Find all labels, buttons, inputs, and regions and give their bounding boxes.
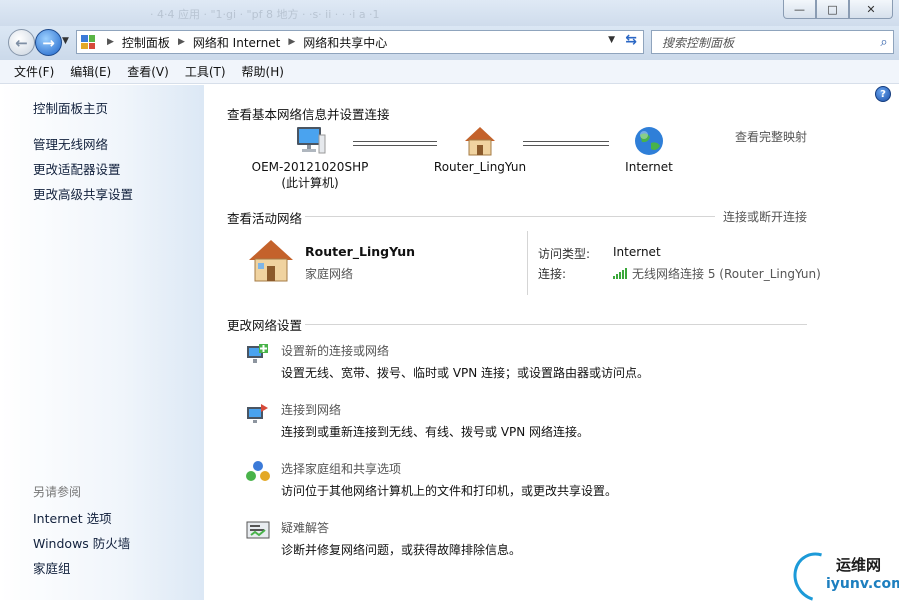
back-button[interactable]: ←: [8, 29, 35, 56]
title-bar: · 4·4 应用 · "1·gi · "pf 8 地方 · ·s· ii · ·…: [0, 0, 899, 26]
see-full-map-link[interactable]: 查看完整映射: [735, 128, 807, 145]
homegroup-icon: [246, 461, 270, 481]
internet-name: Internet: [625, 160, 673, 174]
task-title[interactable]: 选择家庭组和共享选项: [281, 460, 401, 477]
wireless-signal-icon: [613, 267, 627, 279]
menu-edit[interactable]: 编辑(E): [62, 63, 119, 80]
address-dropdown-icon[interactable]: ▼: [608, 35, 615, 45]
search-box[interactable]: 搜索控制面板 ⌕: [651, 30, 894, 54]
breadcrumb-control-panel[interactable]: 控制面板: [122, 34, 170, 51]
window-controls: — □ ✕: [783, 0, 893, 19]
see-also-heading: 另请参阅: [33, 485, 82, 499]
window-title: · 4·4 应用 · "1·gi · "pf 8 地方 · ·s· ii · ·…: [150, 8, 380, 21]
home-network-icon: [249, 240, 293, 282]
sidebar-item-windows-firewall[interactable]: Windows 防火墙: [33, 533, 130, 552]
breadcrumb-network-sharing-center[interactable]: 网络和共享中心: [303, 34, 387, 51]
connect-network-icon: [247, 404, 268, 423]
connection-link[interactable]: 无线网络连接 5 (Router_LingYun): [613, 265, 821, 282]
sidebar-item-internet-options[interactable]: Internet 选项: [33, 508, 112, 527]
router-name: Router_LingYun: [433, 160, 527, 174]
access-type-value: Internet: [613, 245, 661, 259]
computer-subtitle: (此计算机): [281, 176, 339, 190]
refresh-icon[interactable]: ⇆: [625, 32, 637, 48]
watermark-logo: 运维网 iyunv.com: [784, 543, 899, 610]
active-networks-heading: 查看活动网络: [227, 211, 303, 226]
divider: [305, 216, 715, 217]
forward-button[interactable]: →: [35, 29, 62, 56]
navigation-bar: ← → ▼ ▶ 控制面板 ▶ 网络和 Internet ▶ 网络和共享中心 ▼ …: [0, 26, 899, 60]
task-title[interactable]: 疑难解答: [281, 519, 329, 536]
maximize-button[interactable]: □: [816, 0, 849, 19]
menu-help[interactable]: 帮助(H): [234, 63, 292, 80]
address-bar[interactable]: ▶ 控制面板 ▶ 网络和 Internet ▶ 网络和共享中心 ▼ ⇆: [76, 30, 644, 54]
sidebar-item-control-panel-home[interactable]: 控制面板主页: [33, 98, 108, 117]
map-node-internet[interactable]: Internet: [609, 125, 689, 174]
task-title[interactable]: 连接到网络: [281, 401, 341, 418]
watermark-top-text: 运维网: [836, 556, 882, 574]
connection-label: 连接:: [538, 267, 567, 281]
watermark-bottom-text: iyunv.com: [826, 576, 899, 592]
help-icon[interactable]: ?: [875, 86, 891, 102]
sidebar-item-manage-wireless[interactable]: 管理无线网络: [33, 134, 108, 153]
globe-icon: [635, 127, 663, 155]
menu-tools[interactable]: 工具(T): [177, 63, 234, 80]
control-panel-icon: [81, 35, 95, 49]
access-type-label: 访问类型:: [538, 247, 591, 261]
menu-view[interactable]: 查看(V): [119, 63, 177, 80]
task-description: 访问位于其他网络计算机上的文件和打印机，或更改共享设置。: [281, 484, 618, 498]
map-node-computer[interactable]: OEM-20121020SHP (此计算机): [245, 125, 375, 191]
connection-value: 无线网络连接 5 (Router_LingYun): [632, 267, 821, 281]
sidebar: 控制面板主页 管理无线网络 更改适配器设置 更改高级共享设置 另请参阅 Inte…: [0, 85, 204, 600]
task-description: 连接到或重新连接到无线、有线、拨号或 VPN 网络连接。: [281, 425, 590, 439]
map-node-router[interactable]: Router_LingYun: [425, 125, 535, 174]
sidebar-item-homegroup[interactable]: 家庭组: [33, 558, 71, 577]
menu-bar: 文件(F) 编辑(E) 查看(V) 工具(T) 帮助(H): [0, 60, 899, 84]
breadcrumb-network-internet[interactable]: 网络和 Internet: [193, 34, 280, 51]
main-content: ? 查看基本网络信息并设置连接 查看完整映射 OEM-20121020SHP (…: [205, 85, 899, 600]
search-input[interactable]: 搜索控制面板: [662, 34, 875, 51]
new-connection-icon: [247, 344, 268, 363]
map-link-line: [523, 141, 609, 146]
task-title[interactable]: 设置新的连接或网络: [281, 342, 389, 359]
sidebar-item-adapter-settings[interactable]: 更改适配器设置: [33, 159, 121, 178]
close-button[interactable]: ✕: [849, 0, 893, 19]
search-icon[interactable]: ⌕: [875, 35, 893, 50]
divider: [305, 324, 807, 325]
chevron-right-icon[interactable]: ▶: [178, 37, 185, 47]
chevron-right-icon[interactable]: ▶: [288, 37, 295, 47]
active-network-type-link[interactable]: 家庭网络: [305, 265, 353, 282]
active-network-name: Router_LingYun: [305, 244, 416, 259]
connect-disconnect-link[interactable]: 连接或断开连接: [723, 208, 807, 225]
computer-name: OEM-20121020SHP: [251, 160, 369, 174]
menu-file[interactable]: 文件(F): [6, 63, 62, 80]
house-icon: [465, 127, 495, 156]
task-description: 诊断并修复网络问题，或获得故障排除信息。: [281, 543, 522, 557]
minimize-button[interactable]: —: [783, 0, 816, 19]
sidebar-item-advanced-sharing[interactable]: 更改高级共享设置: [33, 184, 133, 203]
troubleshoot-icon: [246, 521, 270, 539]
divider: [527, 231, 528, 295]
chevron-right-icon[interactable]: ▶: [107, 37, 114, 47]
task-description: 设置无线、宽带、拨号、临时或 VPN 连接；或设置路由器或访问点。: [281, 366, 650, 380]
computer-icon: [297, 127, 326, 154]
change-settings-heading: 更改网络设置: [227, 318, 303, 333]
recent-pages-dropdown-icon[interactable]: ▼: [62, 36, 69, 46]
page-title: 查看基本网络信息并设置连接: [227, 107, 390, 122]
